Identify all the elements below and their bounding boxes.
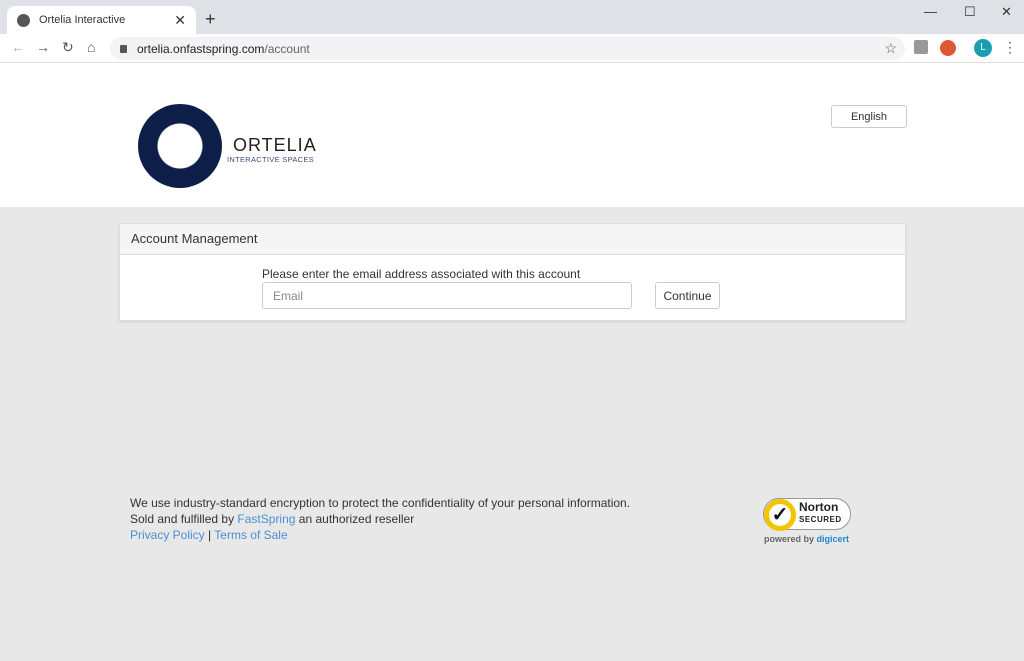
reload-icon[interactable]: ↻ [62,39,74,56]
page-header: ORTELIA INTERACTIVE SPACES English [0,63,1024,207]
address-bar[interactable]: ortelia.onfastspring.com/account ☆ [110,37,905,60]
checkmark-icon: ✓ [764,499,796,531]
profile-avatar[interactable]: L [974,39,992,57]
maximize-button[interactable]: ☐ [964,4,976,20]
url-path: /account [264,41,310,56]
menu-icon[interactable]: ⋮ [1003,39,1017,56]
browser-tab[interactable]: Ortelia Interactive ✕ [7,6,196,34]
reseller-text: Sold and fulfilled by [130,512,235,526]
home-icon[interactable]: ⌂ [87,39,95,55]
close-tab-icon[interactable]: ✕ [174,12,186,29]
continue-button[interactable]: Continue [655,282,720,309]
panel-title: Account Management [120,224,905,255]
reseller-suffix: an authorized reseller [298,512,415,526]
url-host: ortelia.onfastspring.com [137,41,265,56]
footer: We use industry-standard encryption to p… [130,495,630,543]
separator: | [208,528,212,542]
ortelia-logo [138,104,222,188]
close-window-button[interactable]: ✕ [1001,4,1012,20]
norton-seal[interactable]: ✓ Norton SECURED powered by digicert [763,494,855,546]
new-tab-button[interactable]: + [205,9,216,30]
extension-icon[interactable] [914,40,928,54]
logo-tagline: INTERACTIVE SPACES [227,155,314,164]
bookmark-star-icon[interactable]: ☆ [884,40,897,57]
minimize-button[interactable]: — [924,4,937,19]
globe-icon [17,13,30,27]
duckduckgo-icon[interactable] [940,40,956,56]
back-icon[interactable]: ← [11,39,25,55]
language-button[interactable]: English [831,105,907,128]
powered-by: powered by digicert [764,534,850,544]
account-panel: Account Management Please enter the emai… [119,223,906,321]
browser-toolbar: ← → ↻ ⌂ ortelia.onfastspring.com/account… [0,34,1024,63]
tab-title: Ortelia Interactive [39,14,126,26]
encryption-notice: We use industry-standard encryption to p… [130,496,631,510]
forward-icon[interactable]: → [36,39,50,55]
terms-of-sale-link[interactable]: Terms of Sale [214,528,287,542]
email-prompt: Please enter the email address associate… [262,267,581,281]
lock-icon [120,44,127,53]
email-input[interactable] [262,282,632,309]
norton-text: Norton SECURED [799,500,842,524]
privacy-policy-link[interactable]: Privacy Policy [130,528,205,542]
tab-bar: Ortelia Interactive ✕ + — ☐ ✕ [0,0,1024,34]
fastspring-link[interactable]: FastSpring [237,512,295,526]
logo-name: ORTELIA [233,135,317,155]
